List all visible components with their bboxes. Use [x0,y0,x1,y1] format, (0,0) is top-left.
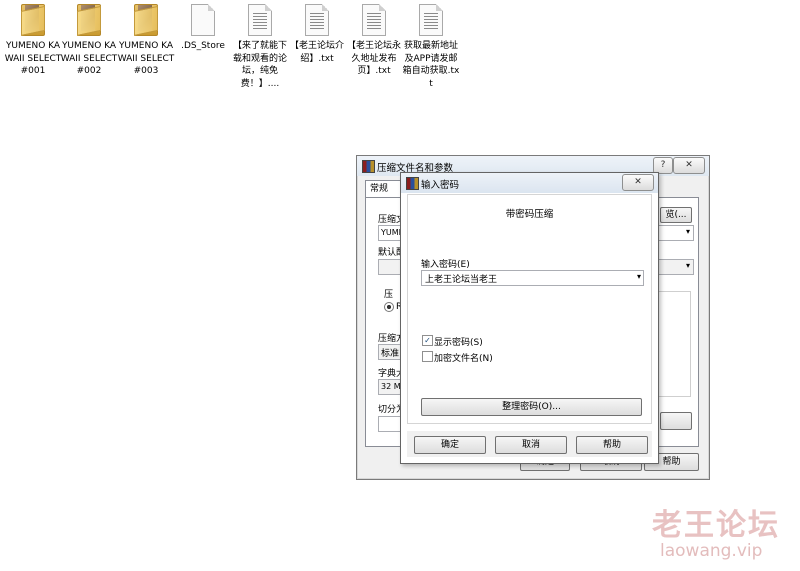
password-dialog-button-bar: 确定 取消 帮助 [407,431,652,457]
close-icon[interactable]: ✕ [622,174,654,191]
desktop-icon-label: YUMENO KAWAII SELECT #001 [4,41,62,76]
desktop-icon-label: YUMENO KAWAII SELECT #003 [117,41,175,76]
desktop-icon-text-file-1[interactable]: 【来了就能下载和观看的论坛，纯免费！】.... [230,4,290,90]
desktop-icon-text-file-4[interactable]: 获取最新地址及APP请发邮箱自动获取.txt [401,4,461,90]
desktop-icon-text-file-2[interactable]: 【老王论坛介绍】.txt [287,4,347,65]
folder-icon [131,2,161,36]
show-password-label: 显示密码(S) [434,338,483,348]
text-file-icon [248,4,272,36]
chevron-down-icon: ▾ [685,261,690,270]
show-password-checkbox[interactable]: ✓ [422,335,433,346]
set-password-button-obscured[interactable] [660,412,692,430]
password-ok-button[interactable]: 确定 [414,436,486,454]
password-cancel-button[interactable]: 取消 [495,436,567,454]
password-dialog-titlebar: 输入密码 ✕ [401,173,658,193]
winrar-icon [362,160,375,173]
desktop-icon-folder-001[interactable]: YUMENO KAWAII SELECT #001 [3,2,63,78]
winrar-icon [406,177,419,190]
desktop-icon-folder-003[interactable]: YUMENO KAWAII SELECT #003 [116,2,176,78]
password-dialog-title: 输入密码 [421,180,460,191]
compression-method-value: 标准 [381,349,400,359]
desktop-icon-folder-002[interactable]: YUMENO KAWAII SELECT #002 [59,2,119,78]
text-file-icon [419,4,443,36]
organize-passwords-button[interactable]: 整理密码(O)... [421,398,642,416]
desktop-icon-label: 【来了就能下载和观看的论坛，纯免费！】.... [232,41,287,89]
password-dialog-body: 带密码压缩 输入密码(E) 上老王论坛当老王 ▾ ✓ 显示密码(S) 加密文件名… [407,194,652,424]
watermark-url: laowang.vip [660,541,763,561]
password-dialog: 输入密码 ✕ 带密码压缩 输入密码(E) 上老王论坛当老王 ▾ ✓ 显示密码(S… [400,172,659,464]
chevron-down-icon: ▾ [685,227,690,236]
password-help-button[interactable]: 帮助 [576,436,648,454]
folder-icon [18,2,48,36]
desktop-icon-label: YUMENO KAWAII SELECT #002 [60,41,118,76]
watermark-title: 老王论坛 [652,508,780,543]
update-mode-label: 压 [384,290,394,300]
radio-button[interactable] [384,302,394,312]
desktop-icon-text-file-3[interactable]: 【老王论坛永久地址发布页】.txt [344,4,404,78]
password-input[interactable]: 上老王论坛当老王 ▾ [421,270,644,286]
text-file-icon [305,4,329,36]
folder-icon [74,2,104,36]
desktop-icon-label: 获取最新地址及APP请发邮箱自动获取.txt [402,41,460,89]
desktop-icon-label: 【老王论坛永久地址发布页】.txt [346,41,401,76]
encrypt-names-checkbox[interactable] [422,351,433,362]
encrypt-names-label: 加密文件名(N) [434,354,493,364]
password-dialog-heading: 带密码压缩 [505,209,554,220]
desktop-icon-label: .DS_Store [181,41,225,51]
desktop-icon-ds-store[interactable]: .DS_Store [173,4,233,53]
tab-general[interactable]: 常规 [365,180,405,198]
text-file-icon [362,4,386,36]
password-label: 输入密码(E) [421,260,470,270]
close-caption-button[interactable]: ✕ [673,157,705,174]
desktop-icon-label: 【老王论坛介绍】.txt [289,41,344,64]
password-value: 上老王论坛当老王 [425,275,498,285]
file-icon [191,4,215,36]
chevron-down-icon[interactable]: ▾ [637,272,641,281]
browse-button[interactable]: 览(... [660,207,692,223]
